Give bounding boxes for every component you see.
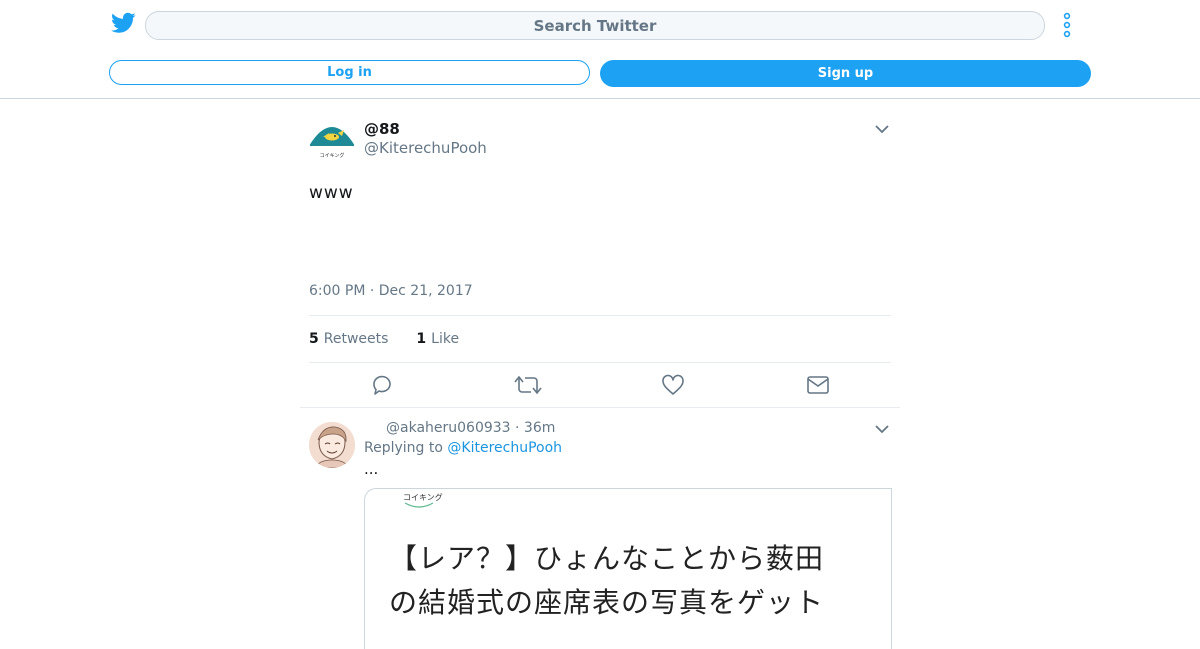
reply-icon[interactable] <box>370 373 394 397</box>
tweet-stats: 5 Retweets 1 Like <box>309 315 891 363</box>
user-handle[interactable]: @KiterechuPooh <box>364 139 487 157</box>
media-small-label: コイキング <box>403 493 443 502</box>
top-bar: Search Twitter Log in Sign up <box>0 0 1200 99</box>
login-button[interactable]: Log in <box>109 60 590 85</box>
replying-to-link[interactable]: @KiterechuPooh <box>447 440 562 456</box>
reply-avatar[interactable] <box>309 422 355 468</box>
reply-meta[interactable]: @akaheru060933 · 36m <box>386 420 555 436</box>
signup-button[interactable]: Sign up <box>600 60 1091 87</box>
avatar[interactable]: コイキング <box>309 116 355 162</box>
tweet-text: www <box>309 183 354 203</box>
display-name[interactable]: @88 <box>364 120 400 138</box>
replying-to: Replying to @KiterechuPooh <box>364 440 562 456</box>
divider <box>300 407 900 408</box>
twitter-logo-icon[interactable] <box>111 12 136 34</box>
reply-avatar-image-icon <box>309 422 355 468</box>
retweets-stat[interactable]: 5 Retweets <box>309 331 388 347</box>
likes-stat[interactable]: 1 Like <box>416 331 459 347</box>
media-text-line-2: の結婚式の座席表の写真をゲット <box>389 586 825 619</box>
svg-text:コイキング: コイキング <box>320 152 345 159</box>
direct-message-icon[interactable] <box>806 373 830 397</box>
reply-media-image[interactable]: コイキング 【レア？】ひょんなことから薮田 の結婚式の座席表の写真をゲット <box>364 488 892 649</box>
reply-text: ... <box>364 460 379 478</box>
likes-count: 1 <box>416 331 427 347</box>
avatar-image-icon: コイキング <box>309 116 355 162</box>
tweet-timestamp[interactable]: 6:00 PM · Dec 21, 2017 <box>309 283 473 299</box>
tweet-actions <box>309 362 891 407</box>
more-options-icon[interactable] <box>1061 12 1073 38</box>
retweets-label: Retweets <box>323 331 389 347</box>
retweets-count: 5 <box>309 331 319 347</box>
replying-prefix: Replying to <box>364 440 443 456</box>
reply-chevron-down-icon[interactable] <box>874 423 890 435</box>
retweet-icon[interactable] <box>514 373 542 397</box>
likes-label: Like <box>431 331 460 347</box>
chevron-down-icon[interactable] <box>874 123 890 135</box>
like-icon[interactable] <box>661 373 685 397</box>
media-text-line-1: 【レア？】ひょんなことから薮田 <box>389 542 825 575</box>
search-input[interactable]: Search Twitter <box>145 11 1045 40</box>
